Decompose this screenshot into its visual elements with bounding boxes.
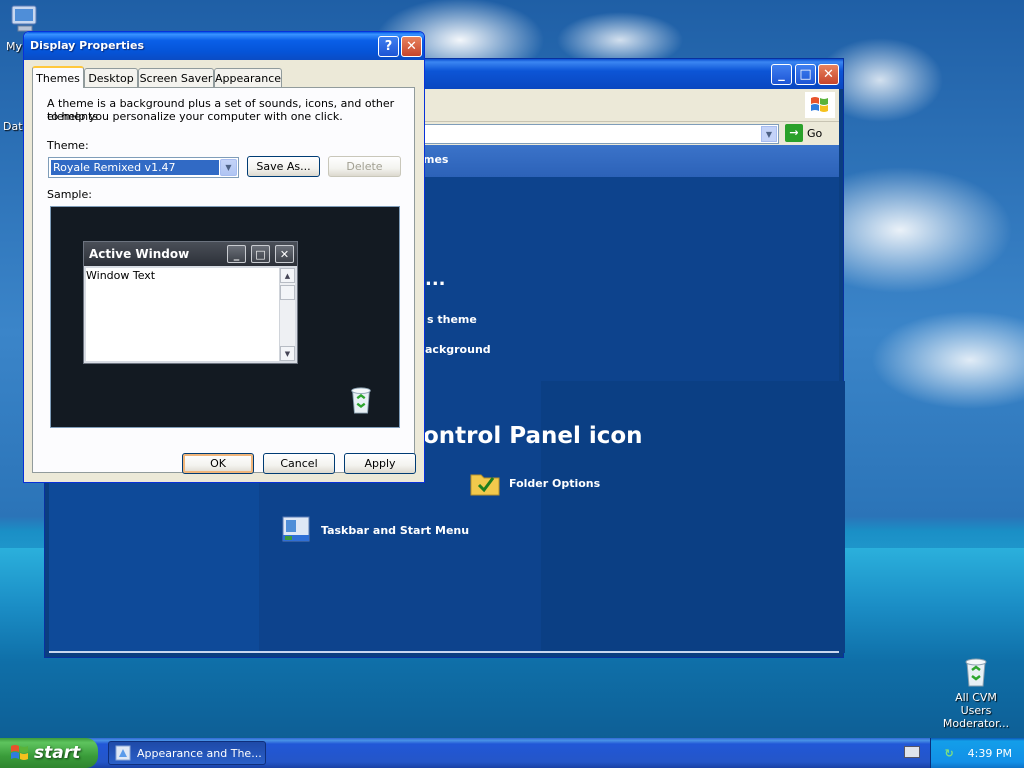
- dialog-close-button[interactable]: ✕: [401, 36, 422, 57]
- window-bottom-border: [49, 651, 839, 653]
- control-panel-icon: [115, 745, 131, 761]
- minimize-button[interactable]: _: [771, 64, 792, 85]
- folder-icon: [470, 474, 500, 496]
- minimize-icon: _: [778, 67, 785, 82]
- tab-appearance[interactable]: Appearance: [214, 68, 282, 87]
- task-change-theme[interactable]: s theme: [427, 313, 477, 326]
- theme-sample-preview: Active Window _ □ ✕ Window Text ▲ ▼: [50, 206, 400, 428]
- desktop-icon-label: Dat: [3, 120, 23, 133]
- apply-label: Apply: [364, 457, 396, 470]
- task-change-background[interactable]: ackground: [425, 343, 491, 356]
- go-button[interactable]: → Go: [785, 124, 822, 142]
- address-dropdown-button[interactable]: ▼: [761, 126, 777, 142]
- taskbar: start Appearance and The... ↻ 4:39 PM: [0, 738, 1024, 768]
- apply-button[interactable]: Apply: [344, 453, 416, 474]
- sample-label: Sample:: [47, 188, 92, 201]
- scroll-up-icon: ▲: [280, 268, 295, 283]
- taskbar-start-menu-label: Taskbar and Start Menu: [321, 523, 470, 537]
- windows-flag-icon: [11, 745, 28, 760]
- desktop-icon-data[interactable]: Dat: [3, 120, 23, 133]
- preview-active-window: Active Window _ □ ✕ Window Text ▲ ▼: [83, 241, 298, 364]
- close-button[interactable]: ✕: [818, 64, 839, 85]
- tab-label: Screen Saver: [139, 71, 213, 85]
- ok-button[interactable]: OK: [182, 453, 254, 474]
- tab-themes[interactable]: Themes: [32, 66, 84, 88]
- tab-label: Desktop: [88, 71, 134, 85]
- theme-description-line2: to help you personalize your computer wi…: [47, 110, 343, 123]
- tab-label: Appearance: [214, 71, 282, 85]
- clock[interactable]: 4:39 PM: [968, 747, 1012, 760]
- save-as-label: Save As...: [256, 160, 311, 173]
- preview-maximize-icon: □: [251, 245, 270, 263]
- folder-options-link[interactable]: Folder Options: [469, 469, 600, 497]
- preview-close-icon: ✕: [275, 245, 294, 263]
- display-properties-dialog: Display Properties ? ✕ Themes Desktop Sc…: [23, 31, 425, 483]
- section-ellipsis: ...: [425, 269, 446, 290]
- themes-header-text: mes: [423, 153, 449, 166]
- ok-label: OK: [210, 457, 226, 470]
- desktop-icon-label: My: [6, 40, 23, 53]
- delete-button: Delete: [328, 156, 401, 177]
- theme-select[interactable]: Royale Remixed v1.47 ▼: [48, 157, 239, 178]
- cancel-label: Cancel: [280, 457, 318, 470]
- desktop-icon-recycle-bin[interactable]: All CVM Users Moderator...: [938, 656, 1014, 730]
- maximize-icon: □: [799, 67, 812, 82]
- help-icon: ?: [384, 39, 393, 54]
- taskbar-item-label: Appearance and The...: [137, 746, 262, 760]
- taskbar-item-appearance-themes[interactable]: Appearance and The...: [108, 741, 266, 765]
- preview-scrollbar: ▲ ▼: [279, 268, 295, 361]
- preview-recycle-bin-icon: [351, 387, 371, 414]
- desktop-icon-label: All CVM Users Moderator...: [942, 691, 1010, 730]
- preview-titlebar: Active Window _ □ ✕: [84, 242, 297, 266]
- delete-label: Delete: [346, 160, 383, 173]
- tab-label: Themes: [36, 71, 80, 85]
- taskbar-start-menu-link[interactable]: Taskbar and Start Menu: [281, 515, 469, 545]
- network-icon[interactable]: ↻: [944, 747, 953, 760]
- tab-screen-saver[interactable]: Screen Saver: [138, 68, 214, 87]
- content-panel-right: [541, 381, 845, 653]
- go-label: Go: [807, 126, 823, 140]
- theme-label: Theme:: [47, 139, 89, 152]
- pick-control-panel-icon-heading: ontrol Panel icon: [423, 423, 643, 449]
- recycle-bin-icon: [965, 658, 987, 687]
- dialog-titlebar[interactable]: Display Properties ? ✕: [24, 32, 424, 60]
- folder-options-label: Folder Options: [509, 476, 601, 490]
- scroll-down-icon: ▼: [280, 346, 295, 361]
- start-button[interactable]: start: [0, 738, 98, 768]
- themes-tab-page: A theme is a background plus a set of so…: [32, 87, 415, 473]
- chevron-down-icon[interactable]: ▼: [220, 159, 237, 176]
- start-label: start: [34, 743, 81, 763]
- preview-minimize-icon: _: [227, 245, 246, 263]
- dialog-title: Display Properties: [30, 39, 145, 52]
- keyboard-icon[interactable]: [904, 746, 920, 758]
- tab-desktop[interactable]: Desktop: [84, 68, 138, 87]
- system-tray: ↻ 4:39 PM: [930, 738, 1024, 768]
- theme-selected-value: Royale Remixed v1.47: [51, 160, 219, 175]
- cancel-button[interactable]: Cancel: [263, 453, 335, 474]
- taskbar-start-menu-icon: [282, 516, 310, 542]
- go-arrow-icon: →: [785, 124, 803, 142]
- maximize-button[interactable]: □: [795, 64, 816, 85]
- preview-window-body: Window Text ▲ ▼: [86, 268, 295, 361]
- help-button[interactable]: ?: [378, 36, 399, 57]
- save-as-button[interactable]: Save As...: [247, 156, 320, 177]
- windows-logo-icon: [805, 92, 835, 118]
- preview-window-text: Window Text: [86, 269, 156, 282]
- close-icon: ✕: [406, 39, 417, 54]
- scroll-thumb: [280, 285, 295, 300]
- preview-window-title: Active Window: [89, 247, 190, 261]
- close-icon: ✕: [823, 67, 834, 82]
- computer-icon: [11, 5, 37, 32]
